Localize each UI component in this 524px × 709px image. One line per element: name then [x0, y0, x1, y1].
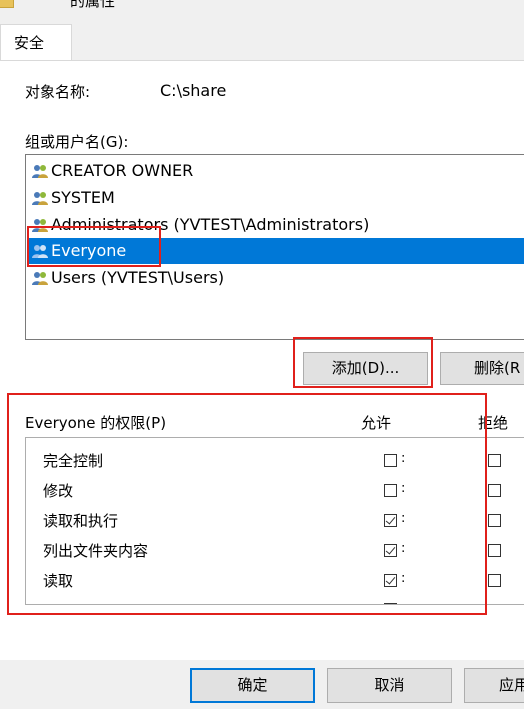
annotation-box-everyone — [27, 226, 161, 267]
list-item-label: Users (YVTEST\Users) — [51, 268, 225, 287]
tab-security[interactable]: 安全 — [0, 24, 72, 61]
cancel-button-label: 取消 — [374, 676, 405, 694]
ok-button[interactable]: 确定 — [190, 668, 315, 703]
deny-checkbox[interactable] — [488, 454, 501, 467]
annotation-box-add-button — [293, 337, 433, 388]
deny-checkbox[interactable] — [488, 574, 501, 587]
apply-button-label: 应用 — [499, 676, 524, 694]
window-title: 的属性 — [70, 0, 116, 10]
users-icon — [32, 272, 48, 285]
window-title-bar: 的属性 — [0, 0, 524, 20]
tab-security-label: 安全 — [14, 34, 45, 52]
list-item-label: CREATOR OWNER — [51, 161, 194, 180]
list-item-creator-owner[interactable]: CREATOR OWNER — [27, 158, 524, 184]
list-item-label: SYSTEM — [51, 188, 115, 207]
deny-checkbox[interactable] — [488, 544, 501, 557]
users-icon — [32, 192, 48, 205]
users-icon — [32, 165, 48, 178]
cancel-button[interactable]: 取消 — [327, 668, 452, 703]
ok-button-label: 确定 — [237, 676, 268, 694]
annotation-box-permissions — [7, 393, 487, 615]
apply-button[interactable]: 应用 — [464, 668, 524, 703]
folder-icon — [0, 0, 14, 8]
deny-checkbox[interactable] — [488, 514, 501, 527]
object-name-label: 对象名称: — [25, 83, 91, 101]
group-list-label: 组或用户名(G): — [25, 133, 129, 151]
deny-checkbox[interactable] — [488, 484, 501, 497]
remove-button-label: 删除(R — [474, 359, 521, 377]
list-item-system[interactable]: SYSTEM — [27, 185, 524, 211]
remove-button[interactable]: 删除(R — [440, 352, 524, 385]
list-item-users[interactable]: Users (YVTEST\Users) — [27, 265, 524, 291]
object-name-value: C:\share — [160, 81, 227, 100]
